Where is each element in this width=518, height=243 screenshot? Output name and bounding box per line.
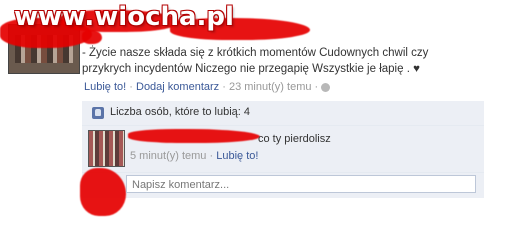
separator: · xyxy=(129,81,133,93)
likes-count-link[interactable]: Liczba osób, które to lubią: 4 xyxy=(110,106,250,118)
like-link[interactable]: Lubię to! xyxy=(84,81,126,93)
likes-summary: Liczba osób, które to lubią: 4 xyxy=(82,101,484,126)
post-timestamp[interactable]: 23 minut(y) temu xyxy=(229,81,312,93)
censor-scribble xyxy=(80,168,126,216)
separator: · xyxy=(222,81,226,93)
post-actions: Lubię to! · Dodaj komentarz · 23 minut(y… xyxy=(84,81,331,93)
separator: · xyxy=(209,150,214,162)
post-text: - Życie nasze składa się z krótkich mome… xyxy=(82,45,502,77)
separator: · xyxy=(314,81,319,93)
post-text-line: - Życie nasze składa się z krótkich mome… xyxy=(82,47,429,59)
comment-like-link[interactable]: Lubię to! xyxy=(216,150,258,162)
comment-text: co ty pierdolisz xyxy=(258,133,331,145)
censor-scribble xyxy=(128,129,260,143)
thumbs-up-icon xyxy=(92,107,104,119)
watermark-logo: www.wiocha.pl xyxy=(14,2,234,32)
privacy-icon xyxy=(321,82,331,92)
comment-meta: 5 minut(y) temu · Lubię to! xyxy=(130,150,258,162)
post-text-line: przykrych incydentów Niczego nie przegap… xyxy=(82,63,420,75)
comment-timestamp[interactable]: 5 minut(y) temu xyxy=(130,150,206,162)
add-comment-link[interactable]: Dodaj komentarz xyxy=(136,81,219,93)
comment-input[interactable]: Napisz komentarz... xyxy=(126,175,476,193)
censor-scribble xyxy=(82,30,102,44)
commenter-avatar[interactable] xyxy=(88,130,125,167)
